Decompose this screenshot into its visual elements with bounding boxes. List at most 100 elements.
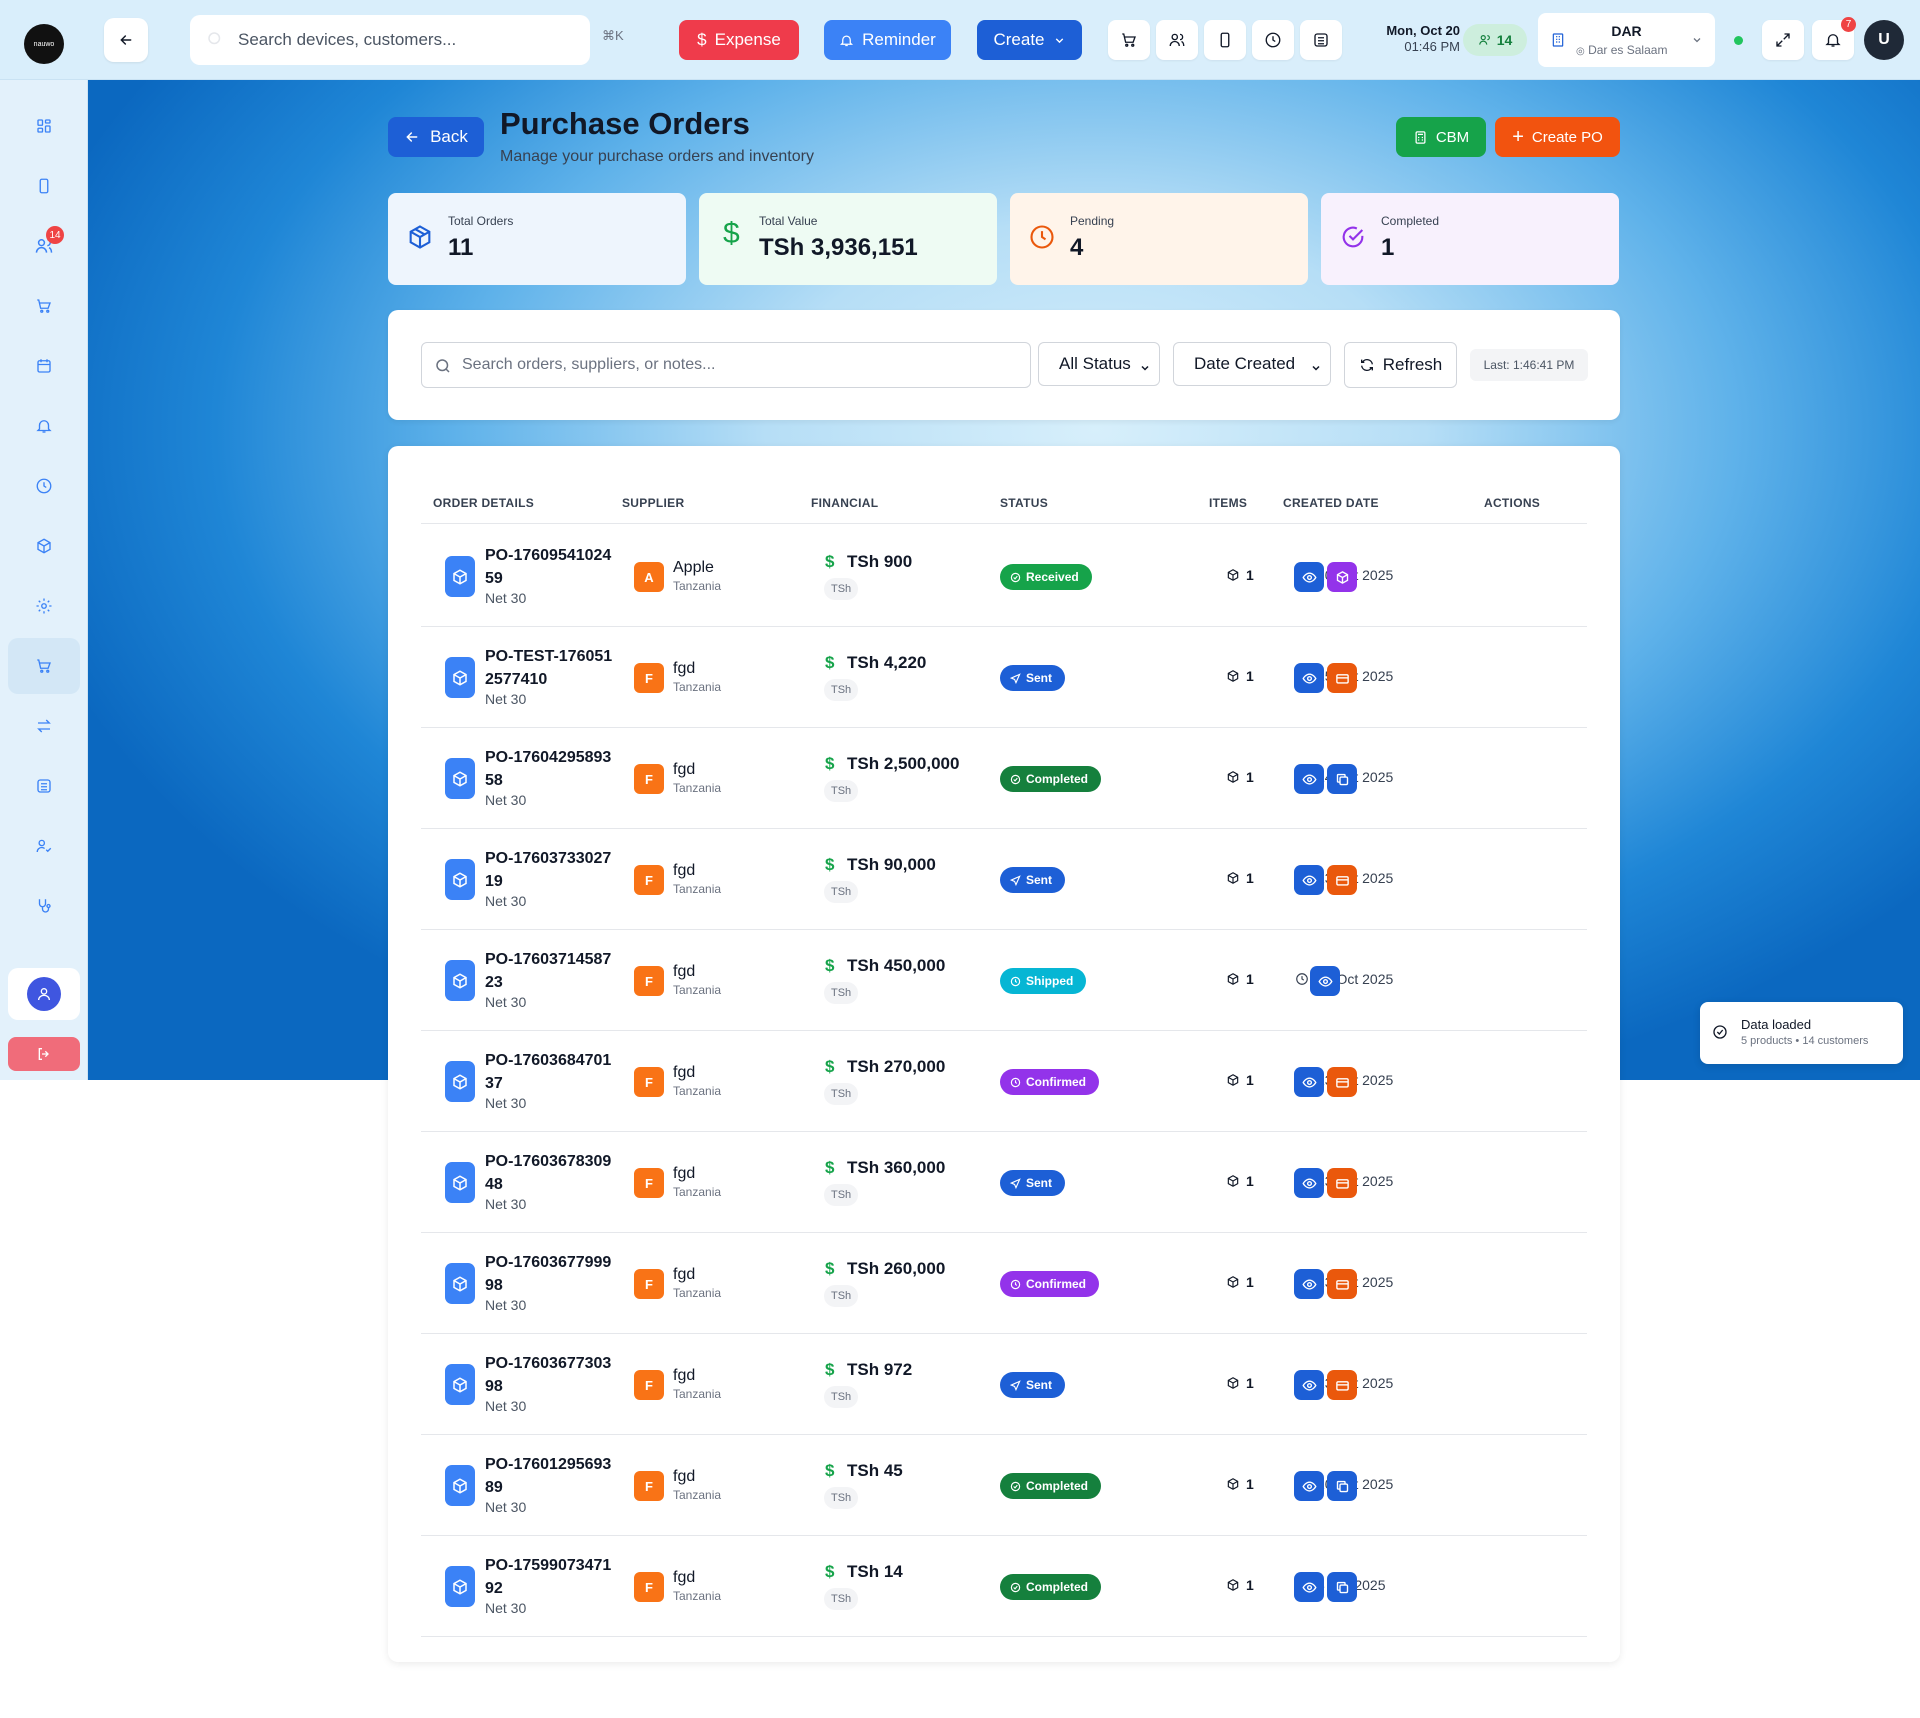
fullscreen-button[interactable]: [1762, 20, 1804, 60]
view-order-button[interactable]: [1294, 764, 1324, 794]
sidebar-item-purchase-orders[interactable]: [8, 638, 80, 694]
refresh-button[interactable]: Refresh: [1344, 342, 1457, 388]
online-users-badge[interactable]: 14: [1463, 24, 1527, 56]
po-number[interactable]: PO-TEST-1760512577410: [485, 645, 615, 691]
duplicate-order-button[interactable]: [1327, 1471, 1357, 1501]
duplicate-order-button[interactable]: [1327, 1572, 1357, 1602]
user-avatar[interactable]: U: [1864, 20, 1904, 60]
po-number[interactable]: PO-1760367830948: [485, 1150, 615, 1196]
payment-button[interactable]: [1327, 663, 1357, 693]
notifications-button[interactable]: 7: [1812, 17, 1856, 60]
table-row[interactable]: PO-1760954102459 Net 30 A Apple Tanzania…: [421, 526, 1587, 627]
view-order-button[interactable]: [1294, 1168, 1324, 1198]
users-icon: [1478, 35, 1490, 45]
table-row[interactable]: PO-1760367830948 Net 30 F fgd Tanzania $…: [421, 1132, 1587, 1233]
payment-button[interactable]: [1327, 1067, 1357, 1097]
po-number[interactable]: PO-1760368470137: [485, 1049, 615, 1095]
status-label: Sent: [1026, 1176, 1053, 1190]
payment-button[interactable]: [1327, 865, 1357, 895]
calculator-button[interactable]: [1300, 20, 1342, 60]
table-row[interactable]: PO-1760367730398 Net 30 F fgd Tanzania $…: [421, 1334, 1587, 1435]
app-logo[interactable]: nauwo: [24, 24, 64, 64]
create-po-button[interactable]: + Create PO: [1495, 117, 1620, 157]
column-header-financial: FINANCIAL: [811, 496, 879, 510]
cbm-button[interactable]: CBM: [1396, 117, 1486, 157]
po-number[interactable]: PO-1760367730398: [485, 1352, 615, 1398]
sidebar-item-dashboard[interactable]: [20, 102, 68, 150]
status-badge: Confirmed: [1000, 1069, 1099, 1095]
sidebar-item-settings[interactable]: [20, 582, 68, 630]
supplier-name: fgd: [673, 1165, 696, 1182]
view-order-button[interactable]: [1294, 562, 1324, 592]
table-row[interactable]: PO-1760129569389 Net 30 F fgd Tanzania $…: [421, 1435, 1587, 1536]
receive-inventory-button[interactable]: [1327, 562, 1357, 592]
sidebar-item-calculator[interactable]: [20, 762, 68, 810]
copy-icon: [1335, 1479, 1350, 1494]
sidebar-item-devices[interactable]: [20, 162, 68, 210]
po-number[interactable]: PO-1759907347192: [485, 1554, 615, 1600]
global-search-input[interactable]: Search devices, customers...: [190, 15, 590, 65]
stat-card-pending: Pending 4: [1010, 193, 1308, 285]
nav-back-button[interactable]: [104, 18, 148, 62]
back-button[interactable]: Back: [388, 117, 484, 157]
table-row[interactable]: PO-1760368470137 Net 30 F fgd Tanzania $…: [421, 1031, 1587, 1132]
table-row[interactable]: PO-1760373302719 Net 30 F fgd Tanzania $…: [421, 829, 1587, 930]
sidebar-item-inventory[interactable]: [20, 522, 68, 570]
po-number[interactable]: PO-1760129569389: [485, 1453, 615, 1499]
table-row[interactable]: PO-1760371458723 Net 30 F fgd Tanzania $…: [421, 930, 1587, 1031]
view-order-button[interactable]: [1294, 1067, 1324, 1097]
payment-terms: Net 30: [485, 590, 527, 606]
sidebar-item-reminders[interactable]: [20, 402, 68, 450]
payment-button[interactable]: [1327, 1370, 1357, 1400]
duplicate-order-button[interactable]: [1327, 764, 1357, 794]
sidebar-profile-button[interactable]: [8, 968, 80, 1020]
sidebar-item-transfers[interactable]: [20, 702, 68, 750]
reminder-button[interactable]: Reminder: [824, 20, 951, 60]
sidebar-item-customers[interactable]: 14: [20, 222, 68, 270]
sort-select[interactable]: Date Created: [1173, 342, 1331, 386]
status-filter-select[interactable]: All Status: [1038, 342, 1160, 386]
devices-button[interactable]: [1204, 20, 1246, 60]
location-selector[interactable]: DAR ◎ Dar es Salaam: [1538, 13, 1715, 67]
view-order-button[interactable]: [1310, 966, 1340, 996]
table-row[interactable]: PO-1759907347192 Net 30 F fgd Tanzania $…: [421, 1536, 1587, 1637]
view-order-button[interactable]: [1294, 663, 1324, 693]
po-number[interactable]: PO-1760367799998: [485, 1251, 615, 1297]
sidebar-item-history[interactable]: [20, 462, 68, 510]
toast-notification[interactable]: Data loaded 5 products • 14 customers: [1700, 1002, 1903, 1064]
cart-icon: [1122, 33, 1136, 47]
logout-button[interactable]: [8, 1037, 80, 1071]
view-order-button[interactable]: [1294, 1572, 1324, 1602]
cart-button[interactable]: [1108, 20, 1150, 60]
history-button[interactable]: [1252, 20, 1294, 60]
table-row[interactable]: PO-1760367799998 Net 30 F fgd Tanzania $…: [421, 1233, 1587, 1334]
po-number[interactable]: PO-1760429589358: [485, 746, 615, 792]
package-icon: [1226, 1275, 1240, 1289]
copy-icon: [1335, 772, 1350, 787]
create-button[interactable]: Create: [977, 20, 1082, 60]
expense-button[interactable]: $ Expense: [679, 20, 799, 60]
arrow-left-icon: [406, 132, 418, 142]
dollar-icon: $: [825, 1057, 835, 1076]
table-row[interactable]: PO-TEST-1760512577410 Net 30 F fgd Tanza…: [421, 627, 1587, 728]
customers-button[interactable]: [1156, 20, 1198, 60]
view-order-button[interactable]: [1294, 1471, 1324, 1501]
view-order-button[interactable]: [1294, 865, 1324, 895]
table-row[interactable]: PO-1760429589358 Net 30 F fgd Tanzania $…: [421, 728, 1587, 829]
search-icon: [434, 357, 452, 380]
sidebar-item-employees[interactable]: [20, 822, 68, 870]
view-order-button[interactable]: [1294, 1269, 1324, 1299]
supplier-avatar: F: [634, 1168, 664, 1198]
payment-button[interactable]: [1327, 1269, 1357, 1299]
payment-button[interactable]: [1327, 1168, 1357, 1198]
stat-label: Pending: [1070, 214, 1115, 228]
view-order-button[interactable]: [1294, 1370, 1324, 1400]
sidebar-item-diagnostics[interactable]: [20, 882, 68, 930]
po-number[interactable]: PO-1760373302719: [485, 847, 615, 893]
orders-search-input[interactable]: Search orders, suppliers, or notes...: [421, 342, 1031, 388]
po-number[interactable]: PO-1760371458723: [485, 948, 615, 994]
po-number[interactable]: PO-1760954102459: [485, 544, 615, 590]
supplier-avatar: F: [634, 1370, 664, 1400]
sidebar-item-pos[interactable]: [20, 282, 68, 330]
sidebar-item-calendar[interactable]: [20, 342, 68, 390]
